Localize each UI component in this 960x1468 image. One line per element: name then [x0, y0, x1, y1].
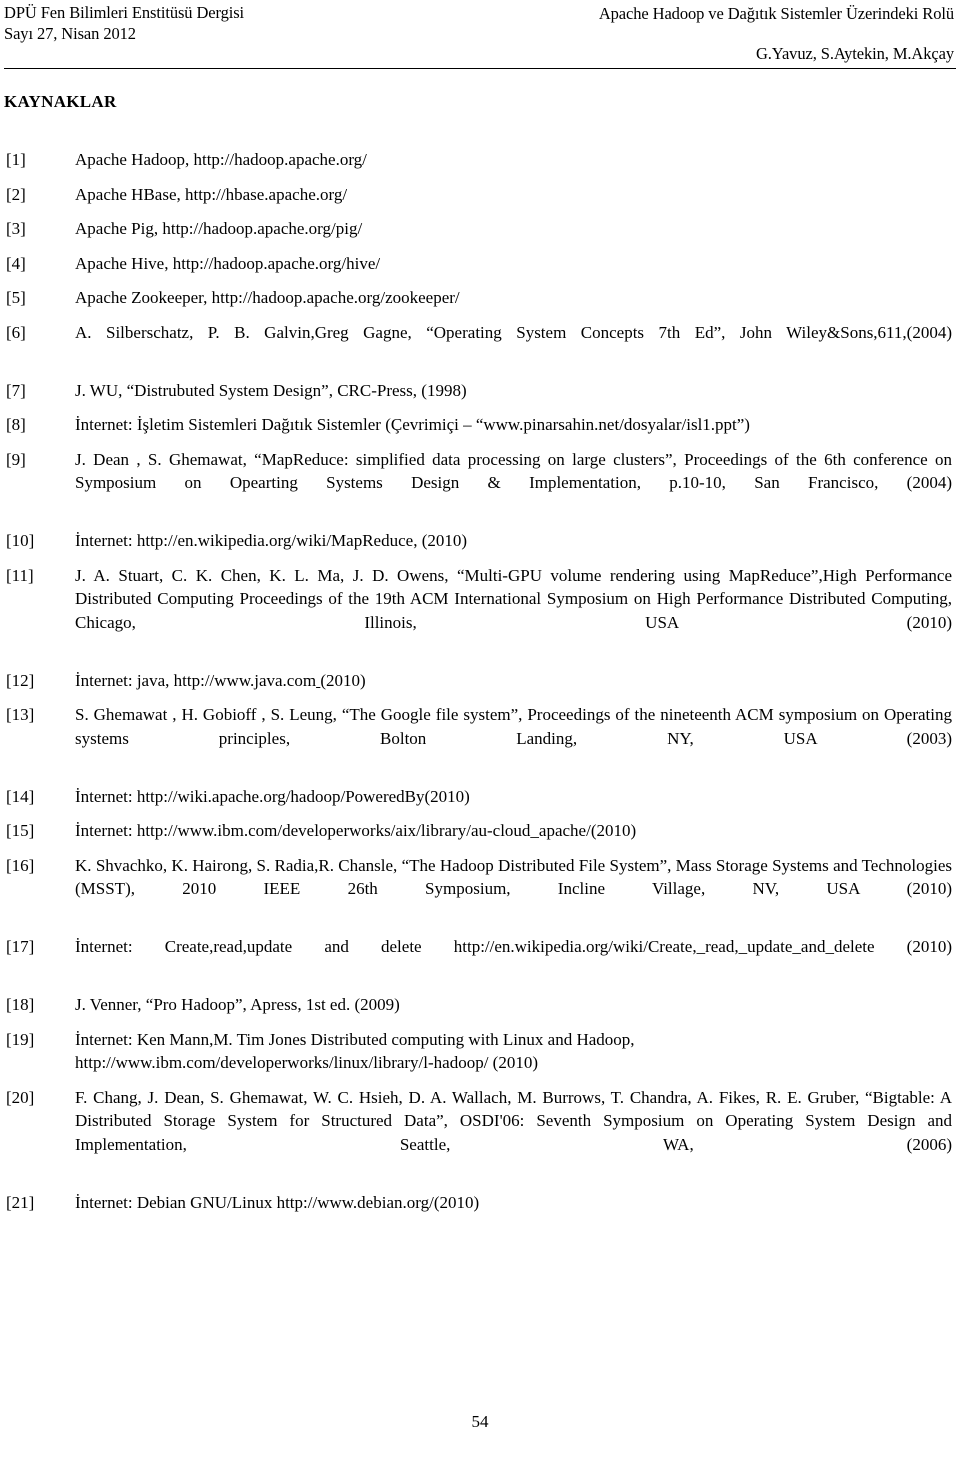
running-header: DPÜ Fen Bilimleri Enstitüsü Dergisi Sayı… [0, 0, 960, 72]
article-title-header: Apache Hadoop ve Dağıtık Sistemler Üzeri… [598, 4, 954, 23]
reference-text: İnternet: Debian GNU/Linux http://www.de… [75, 1192, 480, 1212]
reference-entry: [13] S. Ghemawat , H. Gobioff , S. Leung,… [0, 703, 960, 774]
authors-header: G.Yavuz, S.Aytekin, M.Akçay [755, 44, 954, 63]
reference-text: Apache Zookeeper, http://hadoop.apache.o… [75, 288, 460, 307]
reference-entry: [2] Apache HBase, http://hbase.apache.org… [0, 183, 960, 207]
reference-number: [8] [6, 415, 26, 434]
reference-text: İnternet: http://www.ibm.com/developerwo… [75, 821, 637, 840]
reference-number: [6] [6, 322, 26, 342]
references-list: [1] Apache Hadoop, http://hadoop.apache.o… [0, 148, 960, 1225]
reference-number: [11] [6, 565, 34, 585]
reference-number: [19] [6, 1029, 35, 1049]
reference-entry: [18] J. Venner, “Pro Hadoop”, Apress, 1st… [0, 993, 960, 1017]
reference-text: K. Shvachko, K. Hairong, S. Radia,R. Cha… [75, 855, 952, 899]
journal-issue: Sayı 27, Nisan 2012 [4, 24, 136, 43]
reference-text: İnternet: http://wiki.apache.org/hadoop/… [75, 786, 470, 806]
reference-entry: [6] A. Silberschatz, P. B. Galvin,Greg Ga… [0, 321, 960, 368]
reference-number: [7] [6, 380, 26, 400]
reference-entry: [19] İnternet: Ken Mann,M. Tim Jones Dist… [0, 1028, 960, 1075]
reference-number: [20] [6, 1087, 35, 1107]
journal-name: DPÜ Fen Bilimleri Enstitüsü Dergisi [4, 3, 245, 22]
reference-entry: [5] Apache Zookeeper, http://hadoop.apach… [0, 286, 960, 310]
reference-entry: [3] Apache Pig, http://hadoop.apache.org/… [0, 217, 960, 241]
reference-text: İnternet: Ken Mann,M. Tim Jones Distribu… [75, 1029, 635, 1073]
reference-number: [17] [6, 937, 35, 956]
reference-text: İnternet: Create,read,update and delete … [75, 937, 952, 956]
reference-number: [12] [6, 670, 35, 690]
reference-number: [21] [6, 1192, 35, 1212]
reference-entry: [9] J. Dean , S. Ghemawat, “MapReduce: si… [0, 448, 960, 519]
reference-text: İnternet: http://en.wikipedia.org/wiki/M… [75, 531, 468, 550]
reference-number: [14] [6, 786, 35, 806]
document-page: DPÜ Fen Bilimleri Enstitüsü Dergisi Sayı… [0, 0, 960, 1468]
reference-number: [1] [6, 150, 26, 169]
reference-text: Apache Hadoop, http://hadoop.apache.org/ [75, 150, 367, 169]
reference-text: F. Chang, J. Dean, S. Ghemawat, W. C. Hs… [75, 1087, 952, 1154]
reference-text: J. Venner, “Pro Hadoop”, Apress, 1st ed.… [75, 995, 400, 1014]
reference-number: [15] [6, 821, 35, 840]
reference-entry: [21] İnternet: Debian GNU/Linux http://ww… [0, 1191, 960, 1215]
reference-text: J. A. Stuart, C. K. Chen, K. L. Ma, J. D… [75, 565, 952, 632]
page-number: 54 [471, 1412, 489, 1431]
journal-info: DPÜ Fen Bilimleri Enstitüsü Dergisi Sayı… [4, 2, 474, 44]
header-divider [4, 68, 956, 69]
link-underline [316, 671, 320, 690]
reference-text: J. Dean , S. Ghemawat, “MapReduce: simpl… [75, 449, 952, 493]
reference-text: A. Silberschatz, P. B. Galvin,Greg Gagne… [75, 322, 952, 342]
reference-text: Apache Pig, http://hadoop.apache.org/pig… [75, 219, 363, 238]
reference-text: S. Ghemawat , H. Gobioff , S. Leung, “Th… [75, 705, 952, 748]
reference-number: [4] [6, 253, 26, 273]
reference-number: [18] [6, 995, 35, 1014]
reference-number: [13] [6, 705, 35, 724]
reference-number: [10] [6, 531, 35, 550]
reference-entry: [4] Apache Hive, http://hadoop.apache.org… [0, 252, 960, 276]
reference-number: [5] [6, 288, 26, 307]
reference-entry: [20] F. Chang, J. Dean, S. Ghemawat, W. C… [0, 1086, 960, 1180]
reference-entry: [10] İnternet: http://en.wikipedia.org/wi… [0, 529, 960, 553]
reference-entry: [14] İnternet: http://wiki.apache.org/had… [0, 785, 960, 809]
reference-entry: [17] İnternet: Create,read,update and del… [0, 935, 960, 982]
reference-entry: [1] Apache Hadoop, http://hadoop.apache.o… [0, 148, 960, 172]
reference-text: Apache HBase, http://hbase.apache.org/ [75, 184, 348, 204]
reference-text: İnternet: java, http://www.java.com (201… [75, 670, 366, 690]
reference-number: [3] [6, 219, 26, 238]
reference-number: [16] [6, 855, 35, 875]
reference-entry: [15] İnternet: http://www.ibm.com/develop… [0, 819, 960, 843]
reference-text: Apache Hive, http://hadoop.apache.org/hi… [75, 253, 381, 273]
reference-entry: [11] J. A. Stuart, C. K. Chen, K. L. Ma, … [0, 564, 960, 658]
reference-number: [2] [6, 184, 26, 204]
reference-number: [9] [6, 449, 26, 469]
page-title: KAYNAKLAR [4, 92, 117, 111]
reference-entry: [8] İnternet: İşletim Sistemleri Dağıtık … [0, 413, 960, 437]
reference-entry: [7] J. WU, “Distrubuted System Design”, C… [0, 379, 960, 403]
reference-entry: [16] K. Shvachko, K. Hairong, S. Radia,R.… [0, 854, 960, 925]
reference-text: İnternet: İşletim Sistemleri Dağıtık Sis… [75, 415, 750, 434]
reference-entry: [12] İnternet: java, http://www.java.com … [0, 669, 960, 693]
reference-text: J. WU, “Distrubuted System Design”, CRC-… [75, 380, 467, 400]
